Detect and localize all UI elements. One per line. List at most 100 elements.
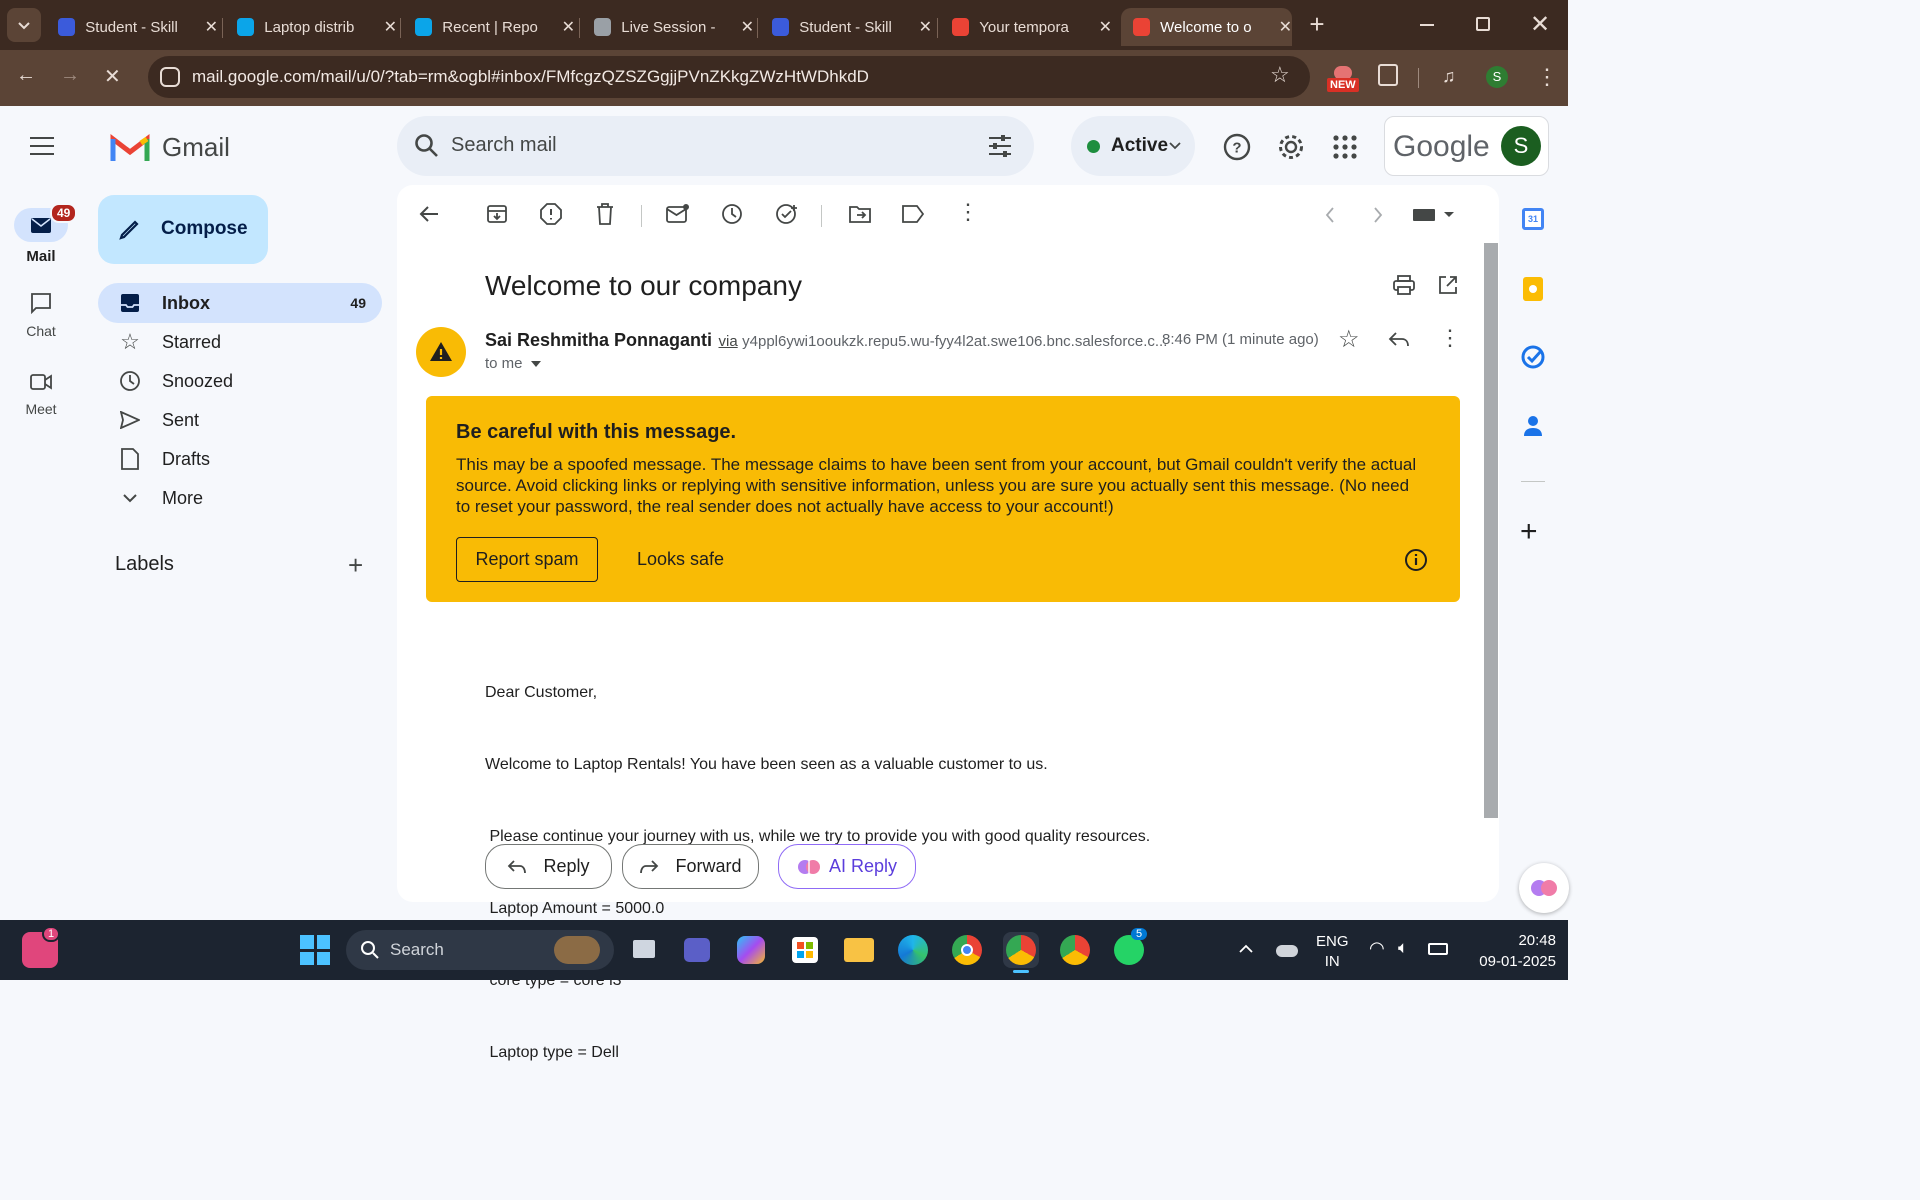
wifi-icon[interactable]: ◠	[1369, 938, 1385, 959]
search-input[interactable]: Search mail	[451, 134, 557, 157]
close-tab-icon[interactable]: ✕	[919, 17, 932, 37]
edge-icon[interactable]	[895, 932, 931, 968]
battery-icon[interactable]	[1428, 943, 1448, 955]
via-link[interactable]: via	[719, 333, 738, 350]
gmail-logo[interactable]: Gmail	[110, 132, 230, 163]
microsoft-store-icon[interactable]	[787, 932, 823, 968]
close-tab-icon[interactable]: ✕	[384, 17, 397, 37]
restore-icon[interactable]	[1476, 17, 1490, 31]
browser-tab[interactable]: Student - Skill ✕	[46, 8, 218, 46]
message-more-icon[interactable]: ⋮	[1439, 325, 1461, 351]
show-hidden-icons-chevron[interactable]	[1239, 944, 1253, 953]
ai-assistant-icon[interactable]	[1519, 863, 1569, 913]
report-spam-icon[interactable]	[540, 203, 562, 225]
calendar-icon[interactable]: 31	[1522, 208, 1544, 230]
teams-icon[interactable]	[680, 932, 716, 968]
add-addon-icon[interactable]: +	[1520, 515, 1538, 549]
help-icon[interactable]: ?	[1223, 133, 1251, 161]
close-tab-icon[interactable]: ✕	[1279, 17, 1292, 37]
ai-reply-button[interactable]: AI Reply	[778, 844, 916, 889]
clock[interactable]: 20:48 09-01-2025	[1464, 930, 1556, 972]
browser-menu-icon[interactable]: ⋮	[1536, 64, 1558, 90]
more-options-icon[interactable]: ⋮	[957, 199, 979, 225]
volume-icon[interactable]: 🔈︎	[1398, 938, 1408, 958]
delete-trash-icon[interactable]	[596, 203, 614, 225]
forward-icon[interactable]: →	[60, 64, 80, 87]
browser-tab[interactable]: Live Session - ✕	[582, 8, 754, 46]
nav-inbox[interactable]: Inbox 49	[98, 283, 382, 323]
settings-gear-icon[interactable]	[1277, 133, 1305, 161]
nav-more[interactable]: More	[98, 478, 382, 518]
main-menu-icon[interactable]	[30, 137, 54, 155]
reply-button[interactable]: Reply	[485, 844, 612, 889]
mark-unread-icon[interactable]	[666, 204, 690, 224]
compose-button[interactable]: Compose	[98, 195, 268, 264]
close-tab-icon[interactable]: ✕	[562, 17, 575, 37]
stop-loading-icon[interactable]: ✕	[104, 64, 121, 89]
back-icon[interactable]: ←	[16, 64, 36, 87]
archive-icon[interactable]	[486, 204, 508, 224]
info-icon[interactable]	[1404, 548, 1428, 572]
browser-tab[interactable]: Student - Skill ✕	[760, 8, 932, 46]
close-window-icon[interactable]: ✕	[1530, 10, 1550, 39]
extension-new-icon[interactable]: NEW	[1327, 66, 1359, 92]
copilot-icon[interactable]	[733, 932, 769, 968]
taskbar-search[interactable]: Search	[346, 930, 614, 970]
close-tab-icon[interactable]: ✕	[741, 17, 754, 37]
input-tools-keyboard-icon[interactable]	[1412, 208, 1456, 222]
task-view-icon[interactable]	[627, 932, 663, 968]
add-to-tasks-icon[interactable]	[775, 203, 799, 225]
recipient-toggle[interactable]: to me	[485, 355, 541, 372]
language-indicator[interactable]: ENG IN	[1316, 932, 1349, 972]
extensions-puzzle-icon[interactable]	[1378, 64, 1398, 86]
back-to-inbox-icon[interactable]	[419, 205, 439, 223]
profile-avatar[interactable]: S	[1486, 66, 1508, 88]
chrome-profile-s-icon[interactable]	[1003, 932, 1039, 973]
forward-button[interactable]: Forward	[622, 844, 759, 889]
snooze-clock-icon[interactable]	[721, 203, 743, 225]
keep-icon[interactable]	[1523, 277, 1543, 301]
media-controls-icon[interactable]: ♫	[1442, 66, 1456, 87]
scrollbar-thumb[interactable]	[1484, 243, 1498, 818]
older-email-icon[interactable]	[1373, 207, 1383, 223]
browser-tab[interactable]: Recent | Repo ✕	[403, 8, 575, 46]
nav-sent[interactable]: Sent	[98, 400, 382, 440]
nav-drafts[interactable]: Drafts	[98, 439, 382, 479]
minimize-icon[interactable]	[1420, 24, 1434, 26]
google-apps-icon[interactable]	[1333, 135, 1357, 159]
rail-chat[interactable]: Chat	[6, 292, 76, 339]
nav-starred[interactable]: ☆ Starred	[98, 322, 382, 362]
contacts-icon[interactable]	[1523, 415, 1543, 437]
onedrive-icon[interactable]	[1276, 945, 1298, 957]
search-icon[interactable]	[414, 133, 440, 159]
notification-app-icon[interactable]: 1	[22, 926, 61, 968]
bookmark-star-icon[interactable]: ☆	[1270, 62, 1290, 88]
rail-meet[interactable]: Meet	[6, 372, 76, 417]
open-new-window-icon[interactable]	[1438, 275, 1458, 295]
search-bar[interactable]: Search mail	[397, 116, 1034, 176]
close-tab-icon[interactable]: ✕	[1099, 17, 1112, 37]
tab-search-button[interactable]	[7, 8, 41, 42]
label-tag-icon[interactable]	[902, 205, 924, 223]
status-selector[interactable]: Active	[1071, 116, 1195, 176]
looks-safe-button[interactable]: Looks safe	[637, 549, 724, 570]
nav-snoozed[interactable]: Snoozed	[98, 361, 382, 401]
new-tab-button[interactable]: +	[1304, 11, 1330, 38]
reply-icon[interactable]	[1388, 331, 1410, 347]
print-icon[interactable]	[1393, 275, 1415, 295]
close-tab-icon[interactable]: ✕	[205, 17, 218, 37]
address-bar[interactable]: mail.google.com/mail/u/0/?tab=rm&ogbl#in…	[148, 56, 1310, 98]
add-label-icon[interactable]: +	[348, 550, 363, 581]
browser-tab[interactable]: Laptop distrib ✕	[225, 8, 397, 46]
browser-tab[interactable]: Your tempora ✕	[940, 8, 1112, 46]
search-options-icon[interactable]	[987, 134, 1013, 158]
start-windows-icon[interactable]	[297, 932, 333, 968]
newer-email-icon[interactable]	[1325, 207, 1335, 223]
site-info-icon[interactable]	[160, 67, 180, 87]
file-explorer-icon[interactable]	[841, 932, 877, 968]
browser-tab[interactable]: Welcome to o ✕	[1121, 8, 1292, 46]
tasks-icon[interactable]	[1521, 345, 1545, 369]
whatsapp-icon[interactable]: 5	[1111, 928, 1148, 968]
chrome-profile-2-icon[interactable]	[1057, 932, 1093, 968]
google-account-button[interactable]: Google S	[1384, 116, 1549, 176]
